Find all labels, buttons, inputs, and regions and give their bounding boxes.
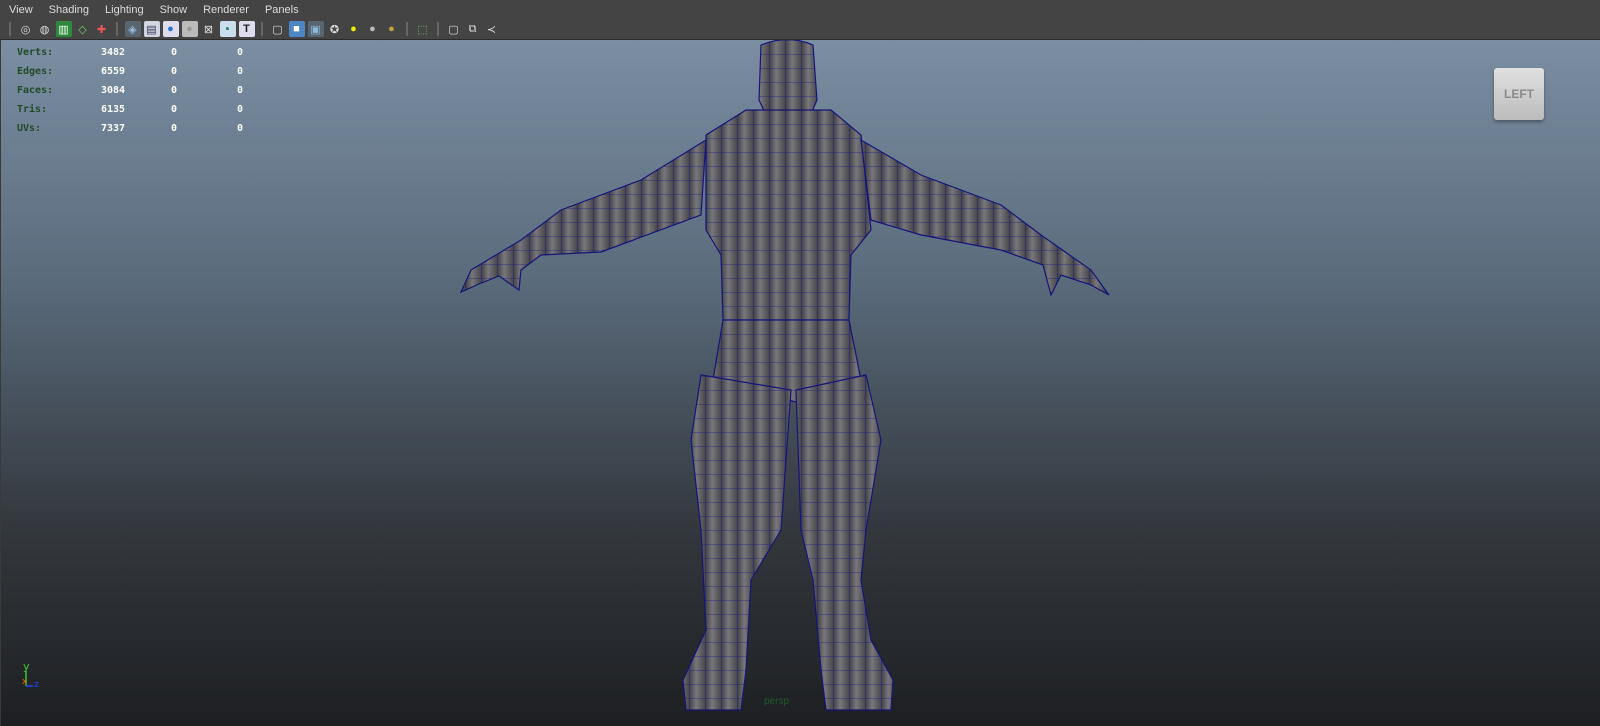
2d-pan-zoom-icon[interactable]: ✚ [94, 21, 110, 37]
separator [406, 22, 408, 36]
view-cube[interactable]: LEFT [1494, 68, 1544, 120]
wireframe-icon[interactable]: ▢ [270, 21, 286, 37]
stat-extra: 0 [237, 85, 244, 96]
separator [116, 22, 118, 36]
stat-label: UVs: [17, 123, 42, 134]
stat-row-verts: Verts: 3482 0 0 [17, 43, 303, 62]
resolution-gate-icon[interactable]: ● [162, 21, 179, 37]
torso [705, 109, 872, 321]
stat-extra: 0 [237, 47, 244, 58]
camera-select-icon[interactable]: ◎ [18, 21, 34, 37]
axis-z-label: z [34, 680, 39, 690]
stat-extra: 0 [237, 123, 244, 134]
stat-label: Tris: [17, 104, 48, 115]
separator [9, 22, 11, 36]
stat-row-uvs: UVs: 7337 0 0 [17, 119, 303, 138]
stat-selected: 0 [171, 104, 178, 115]
stat-selected: 0 [171, 66, 178, 77]
xray-icon[interactable]: ▢ [446, 21, 462, 37]
menu-shading[interactable]: Shading [49, 4, 89, 16]
panel-toolbar: ◎ ◍ ▥ ◇ ✚ ◈ ▤ ● ● ⊠ ▪ T ▢ ■ ▣ ✪ ● ● ● ⬚ … [0, 19, 1600, 40]
right-leg [795, 374, 894, 711]
wireframe-on-shaded-icon[interactable]: ▣ [307, 21, 324, 37]
stat-selected: 0 [171, 85, 178, 96]
xray-active-components-icon[interactable]: ⧉ [465, 21, 481, 37]
stat-label: Edges: [17, 66, 54, 77]
perspective-viewport[interactable]: Verts: 3482 0 0 Edges: 6559 0 0 Faces: 3084 0 0 T… [1, 40, 1600, 726]
poly-count-hud: Verts: 3482 0 0 Edges: 6559 0 0 Faces: 3084 0 0 T… [17, 43, 303, 138]
stat-row-edges: Edges: 6559 0 0 [17, 62, 303, 81]
safe-action-icon[interactable]: ▪ [219, 21, 236, 37]
menu-lighting[interactable]: Lighting [105, 4, 144, 16]
stat-value: 7337 [101, 123, 126, 134]
stat-value: 3084 [101, 85, 126, 96]
separator [261, 22, 263, 36]
field-chart-icon[interactable]: ⊠ [201, 21, 217, 37]
textured-icon[interactable]: ✪ [327, 21, 343, 37]
gate-mask-icon[interactable]: ● [181, 21, 198, 37]
stat-label: Verts: [17, 47, 54, 58]
menu-show[interactable]: Show [160, 4, 188, 16]
stat-row-tris: Tris: 6135 0 0 [17, 100, 303, 119]
shadows-icon[interactable]: ● [365, 21, 381, 37]
ambient-occlusion-icon[interactable]: ● [384, 21, 400, 37]
menu-view[interactable]: View [9, 4, 33, 16]
film-gate-icon[interactable]: ▤ [143, 21, 160, 37]
stat-selected: 0 [171, 123, 178, 134]
isolate-select-icon[interactable]: ⬚ [415, 21, 431, 37]
bookmarks-icon[interactable]: ▥ [55, 21, 72, 37]
smooth-shade-icon[interactable]: ■ [288, 21, 305, 37]
left-arm [459, 138, 707, 294]
character-mesh[interactable] [1, 40, 1600, 726]
menu-bar: View Shading Lighting Show Renderer Pane… [0, 0, 1600, 19]
use-all-lights-icon[interactable]: ● [346, 21, 362, 37]
camera-label: persp [764, 696, 790, 707]
view-cube-label: LEFT [1504, 87, 1534, 101]
axis-indicator-icon: y x z [22, 660, 39, 690]
safe-title-icon[interactable]: T [238, 21, 255, 37]
stat-value: 3482 [101, 47, 126, 58]
grid-icon[interactable]: ◈ [124, 21, 141, 37]
stat-value: 6135 [101, 104, 126, 115]
camera-attributes-icon[interactable]: ◍ [37, 21, 53, 37]
left-leg [682, 374, 792, 711]
stat-label: Faces: [17, 85, 54, 96]
menu-panels[interactable]: Panels [265, 4, 299, 16]
menu-renderer[interactable]: Renderer [203, 4, 249, 16]
stat-value: 6559 [101, 66, 126, 77]
image-plane-icon[interactable]: ◇ [75, 21, 91, 37]
xray-joints-icon[interactable]: ≺ [484, 21, 500, 37]
stat-extra: 0 [237, 66, 244, 77]
stat-row-faces: Faces: 3084 0 0 [17, 81, 303, 100]
stat-extra: 0 [237, 104, 244, 115]
separator [437, 22, 439, 36]
right-arm [860, 138, 1110, 297]
stat-selected: 0 [171, 47, 178, 58]
